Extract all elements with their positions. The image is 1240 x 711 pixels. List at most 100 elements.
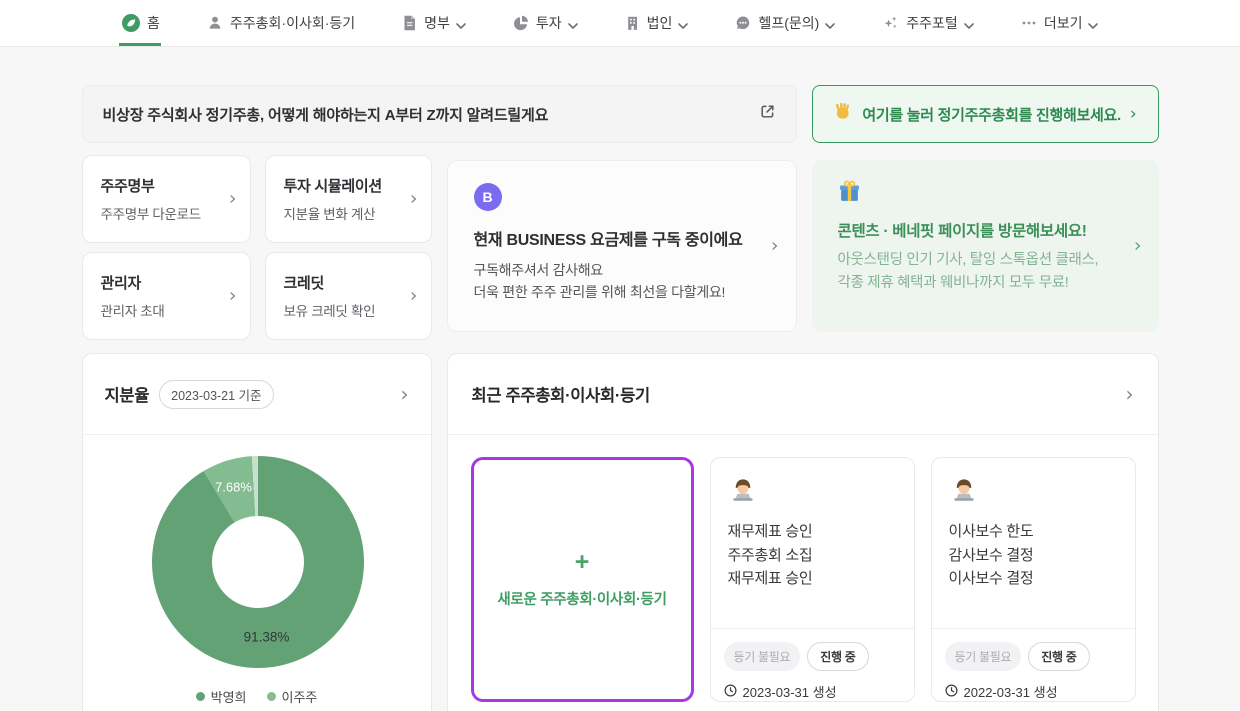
quick-card-title: 관리자 — [101, 272, 236, 293]
plan-card-body: 구독해주셔서 감사해요 더욱 편한 주주 관리를 위해 최선을 다할게요! — [474, 259, 770, 303]
home-leaf-icon — [122, 14, 140, 32]
gift-emoji — [838, 189, 861, 206]
clock-icon — [724, 684, 737, 700]
top-nav-bar: 홈 주주총회·이사회·등기 명부 투자 법인 — [0, 0, 1240, 47]
chevron-down-icon — [678, 16, 688, 32]
document-icon — [402, 15, 417, 31]
progress-status-badge: 진행 중 — [1028, 642, 1089, 671]
chevron-right-icon[interactable]: › — [401, 384, 409, 404]
waving-hand-emoji — [833, 102, 853, 127]
chevron-right-icon: › — [771, 237, 779, 256]
nav-item-home[interactable]: 홈 — [122, 0, 160, 46]
nav-item-label: 명부 — [424, 13, 450, 33]
meeting-agenda-lines: 이사보수 한도 감사보수 결정 이사보수 결정 — [949, 520, 1118, 591]
technologist-emoji — [728, 489, 758, 506]
ownership-title: 지분율 — [105, 382, 150, 406]
chevron-right-icon: › — [410, 287, 418, 306]
external-link-icon — [759, 103, 776, 125]
progress-status-badge: 진행 중 — [807, 642, 868, 671]
ownership-panel: 지분율 2023-03-21 기준 › 7.68% 91.38% 박영희 — [82, 353, 432, 711]
chevron-right-icon: › — [229, 287, 237, 306]
chevron-down-icon — [1088, 16, 1098, 32]
quick-card-invest-simulation[interactable]: 투자 시뮬레이션 지분율 변화 계산 › — [265, 155, 432, 243]
nav-item-meetings[interactable]: 주주총회·이사회·등기 — [207, 0, 355, 46]
legend-dot — [196, 692, 205, 701]
quick-card-admin[interactable]: 관리자 관리자 초대 › — [82, 252, 251, 340]
quick-links-grid: 주주명부 주주명부 다운로드 › 투자 시뮬레이션 지분율 변화 계산 › 관리… — [82, 155, 432, 340]
nav-item-label: 법인 — [647, 13, 673, 33]
new-meeting-label: 새로운 주주총회·이사회·등기 — [497, 588, 666, 609]
plan-card-title: 현재 BUSINESS 요금제를 구독 중이에요 — [474, 226, 770, 250]
registration-status-badge: 등기 불필요 — [724, 642, 801, 671]
benefit-card-body: 아웃스탠딩 인기 기사, 탈잉 스톡옵션 클래스, 각종 제휴 혜택과 웨비나까… — [838, 249, 1133, 295]
nav-item-label: 헬프(문의) — [758, 13, 819, 33]
chevron-right-icon: › — [1130, 106, 1137, 123]
meeting-card[interactable]: 이사보수 한도 감사보수 결정 이사보수 결정 등기 불필요 진행 중 2022… — [931, 457, 1136, 702]
technologist-emoji — [949, 489, 979, 506]
created-date: 2023-03-31 생성 — [743, 682, 837, 701]
nav-item-investment[interactable]: 투자 — [513, 0, 578, 46]
sparkles-icon — [882, 15, 899, 32]
donut-hole — [212, 516, 304, 608]
benefit-card-title: 콘텐츠 · 베네핏 페이지를 방문해보세요! — [838, 219, 1133, 241]
meeting-agenda-lines: 재무제표 승인 주주총회 소집 재무제표 승인 — [728, 520, 897, 591]
nav-item-more[interactable]: 더보기 — [1021, 0, 1099, 46]
nav-item-corporation[interactable]: 법인 — [625, 0, 689, 46]
agm-banner-text: 여기를 눌러 정기주주총회를 진행해보세요. — [862, 104, 1120, 125]
nav-item-shareholder-portal[interactable]: 주주포털 — [882, 0, 974, 46]
nav-item-label: 더보기 — [1044, 13, 1083, 33]
meeting-card[interactable]: 재무제표 승인 주주총회 소집 재무제표 승인 등기 불필요 진행 중 2023… — [710, 457, 915, 702]
nav-item-label: 주주총회·이사회·등기 — [230, 13, 355, 33]
nav-item-register[interactable]: 명부 — [402, 0, 466, 46]
new-meeting-card[interactable]: + 새로운 주주총회·이사회·등기 — [471, 457, 694, 702]
meetings-section-title: 최근 주주총회·이사회·등기 — [472, 382, 650, 406]
quick-card-subtitle: 주주명부 다운로드 — [101, 203, 236, 223]
legend-item: 박영희 — [196, 687, 247, 706]
business-plan-badge: B — [474, 183, 502, 211]
registration-status-badge: 등기 불필요 — [945, 642, 1022, 671]
nav-item-help[interactable]: 헬프(문의) — [735, 0, 835, 46]
ownership-chart-zone: 7.68% 91.38% 박영희 이주주 — [83, 435, 431, 711]
quick-card-title: 크레딧 — [284, 272, 417, 293]
quick-card-title: 주주명부 — [101, 175, 236, 196]
quick-card-title: 투자 시뮬레이션 — [284, 175, 417, 196]
legend-label: 이주주 — [282, 687, 318, 706]
chevron-down-icon — [568, 16, 578, 32]
subscription-plan-card[interactable]: B 현재 BUSINESS 요금제를 구독 중이에요 구독해주셔서 감사해요 더… — [447, 160, 797, 332]
main-nav: 홈 주주총회·이사회·등기 명부 투자 법인 — [122, 0, 1098, 46]
ownership-donut: 7.68% 91.38% — [152, 456, 364, 668]
clock-icon — [945, 684, 958, 700]
more-dots-icon — [1021, 15, 1037, 31]
chevron-right-icon: › — [229, 190, 237, 209]
legend-label: 박영희 — [211, 687, 247, 706]
person-icon — [207, 15, 223, 31]
chat-icon — [735, 15, 751, 31]
donut-label-small: 7.68% — [215, 480, 252, 495]
donut-label-large: 91.38% — [244, 630, 290, 645]
benefit-promo-card[interactable]: 콘텐츠 · 베네핏 페이지를 방문해보세요! 아웃스탠딩 인기 기사, 탈잉 스… — [812, 160, 1159, 332]
chevron-down-icon — [456, 16, 466, 32]
chevron-right-icon[interactable]: › — [1126, 384, 1134, 404]
notice-banner[interactable]: 비상장 주식회사 정기주총, 어떻게 해야하는지 A부터 Z까지 알려드릴게요 — [82, 85, 797, 143]
chart-legend: 박영희 이주주 — [83, 687, 431, 706]
as-of-date-badge: 2023-03-21 기준 — [159, 380, 273, 409]
legend-item: 이주주 — [267, 687, 318, 706]
quick-card-subtitle: 보유 크레딧 확인 — [284, 300, 417, 320]
nav-item-label: 홈 — [147, 13, 160, 33]
chevron-down-icon — [825, 16, 835, 32]
plus-icon: + — [575, 550, 590, 575]
agm-cta-banner[interactable]: 여기를 눌러 정기주주총회를 진행해보세요. › — [812, 85, 1159, 143]
quick-card-subtitle: 관리자 초대 — [101, 300, 236, 320]
created-date: 2022-03-31 생성 — [964, 682, 1058, 701]
quick-card-credit[interactable]: 크레딧 보유 크레딧 확인 › — [265, 252, 432, 340]
nav-item-label: 투자 — [536, 13, 562, 33]
pie-icon — [513, 15, 529, 31]
chevron-right-icon: › — [1134, 237, 1142, 256]
notice-banner-text: 비상장 주식회사 정기주총, 어떻게 해야하는지 A부터 Z까지 알려드릴게요 — [103, 104, 549, 125]
quick-card-subtitle: 지분율 변화 계산 — [284, 203, 417, 223]
chevron-right-icon: › — [410, 190, 418, 209]
legend-dot — [267, 692, 276, 701]
quick-card-shareholder-list[interactable]: 주주명부 주주명부 다운로드 › — [82, 155, 251, 243]
chevron-down-icon — [964, 16, 974, 32]
nav-item-label: 주주포털 — [906, 13, 958, 33]
